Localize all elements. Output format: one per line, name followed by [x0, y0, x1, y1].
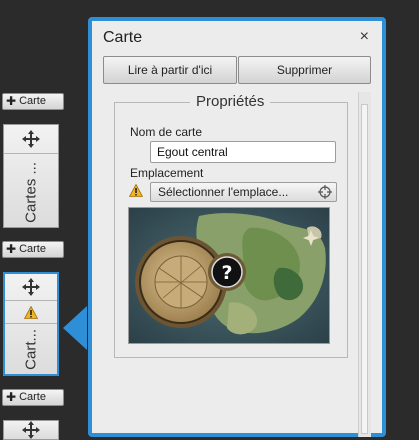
- map-thumbnail[interactable]: ?: [128, 207, 330, 344]
- add-map-label: Carte: [19, 391, 46, 403]
- read-from-here-button[interactable]: Lire à partir d'ici: [103, 56, 237, 84]
- warning-icon: [129, 184, 143, 197]
- add-map-button[interactable]: ✚ Carte: [2, 241, 64, 258]
- move-icon: [22, 278, 40, 296]
- plus-icon: ✚: [6, 94, 17, 108]
- add-map-button[interactable]: ✚ Carte: [2, 93, 64, 110]
- properties-title: Propriétés: [190, 93, 271, 110]
- scrollbar-thumb[interactable]: [361, 104, 368, 434]
- timeline-card-maps[interactable]: Cartes ...: [3, 124, 59, 228]
- plus-icon: ✚: [6, 242, 17, 256]
- warning-row: [5, 301, 57, 324]
- question-icon: ?: [221, 262, 232, 284]
- add-map-label: Carte: [19, 95, 46, 107]
- move-handle[interactable]: [5, 274, 57, 301]
- card-label: Cartes ...: [22, 162, 40, 223]
- close-icon[interactable]: ×: [360, 28, 369, 46]
- location-label: Emplacement: [130, 166, 204, 180]
- add-map-label: Carte: [19, 243, 46, 255]
- timeline-card-selected[interactable]: Cart...: [3, 272, 59, 376]
- delete-button[interactable]: Supprimer: [238, 56, 371, 84]
- move-icon: [22, 130, 40, 148]
- selection-pointer: [63, 306, 87, 350]
- location-select-value: Sélectionner l'emplace...: [158, 185, 289, 199]
- move-icon: [22, 421, 40, 439]
- map-dialog: Carte × Lire à partir d'ici Supprimer Pr…: [88, 17, 386, 437]
- plus-icon: ✚: [6, 390, 17, 404]
- dialog-title: Carte: [103, 29, 143, 46]
- move-handle[interactable]: [4, 421, 58, 439]
- timeline-card-partial[interactable]: [3, 420, 59, 440]
- move-handle[interactable]: [4, 125, 58, 154]
- add-map-button[interactable]: ✚ Carte: [2, 389, 64, 406]
- map-image: ?: [129, 208, 329, 343]
- card-label: Cart...: [22, 329, 40, 370]
- warning-icon: [24, 305, 38, 319]
- map-name-label: Nom de carte: [130, 125, 203, 139]
- map-name-field[interactable]: [150, 141, 336, 163]
- crosshair-icon: [318, 185, 332, 199]
- location-select[interactable]: Sélectionner l'emplace...: [150, 182, 337, 202]
- properties-scrollbar[interactable]: [358, 92, 371, 437]
